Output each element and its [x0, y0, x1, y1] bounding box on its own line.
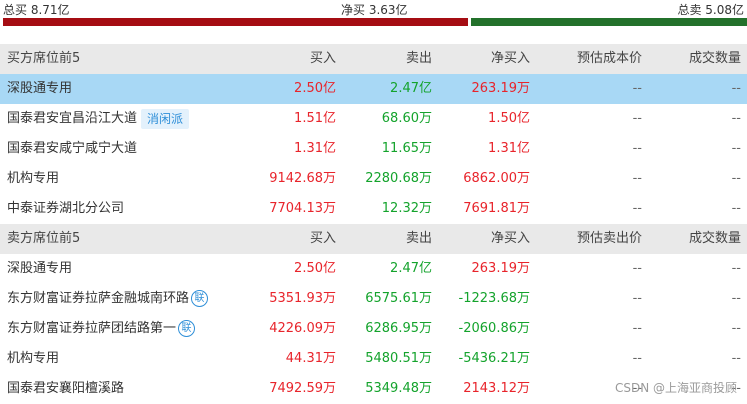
header-sell[interactable]: 卖出 — [406, 44, 432, 74]
volume: -- — [731, 111, 741, 126]
header-volume: 成交数量 — [688, 51, 741, 66]
header-sell[interactable]: 卖出 — [406, 224, 432, 254]
estimated-cost: -- — [632, 201, 642, 216]
sell-amount: 5480.51万 — [365, 351, 432, 366]
sell-amount: 2.47亿 — [390, 81, 432, 96]
buy-amount: 1.31亿 — [294, 141, 336, 156]
sell-amount: 6575.61万 — [365, 291, 432, 306]
seat-name[interactable]: 深股通专用 — [7, 254, 72, 284]
table-row[interactable]: 中泰证券湖北分公司 7704.13万 12.32万 7691.81万 -- -- — [0, 194, 747, 224]
header-buy[interactable]: 买入 — [310, 224, 336, 254]
estimated-sell-price: -- — [632, 351, 642, 366]
net-amount: -5436.21万 — [458, 351, 530, 366]
net-amount: -1223.68万 — [458, 291, 530, 306]
buy-seats-table: 买方席位前5 买入 卖出 净买入 预估成本价 成交数量 深股通专用 2.50亿 … — [0, 44, 747, 224]
estimated-sell-price: -- — [632, 261, 642, 276]
buy-amount: 2.50亿 — [294, 81, 336, 96]
estimated-cost: -- — [632, 141, 642, 156]
sell-amount: 68.60万 — [381, 111, 432, 126]
seat-name-cell: 东方财富证券拉萨金融城南环路联 — [7, 284, 209, 314]
buy-amount: 1.51亿 — [294, 111, 336, 126]
seat-name[interactable]: 国泰君安咸宁咸宁大道 — [7, 134, 137, 164]
header-estimated-sell-price: 预估卖出价 — [576, 231, 642, 246]
table-row[interactable]: 机构专用 44.31万 5480.51万 -5436.21万 -- -- — [0, 344, 747, 374]
sell-seats-table: 卖方席位前5 买入 卖出 净买入 预估卖出价 成交数量 深股通专用 2.50亿 … — [0, 224, 747, 404]
volume: -- — [731, 171, 741, 186]
seat-name[interactable]: 国泰君安宜昌沿江大道 — [7, 111, 137, 126]
buy-amount: 44.31万 — [285, 351, 336, 366]
volume: -- — [731, 351, 741, 366]
estimated-cost: -- — [632, 171, 642, 186]
total-buy-label: 总买 8.71亿 — [3, 3, 70, 17]
seat-name[interactable]: 深股通专用 — [7, 74, 72, 104]
estimated-sell-price: -- — [632, 291, 642, 306]
estimated-cost: -- — [632, 111, 642, 126]
estimated-cost: -- — [632, 81, 642, 96]
total-sell-label: 总卖 5.08亿 — [677, 3, 744, 17]
volume: -- — [731, 141, 741, 156]
table-row[interactable]: 国泰君安宜昌沿江大道 消闲派 1.51亿 68.60万 1.50亿 -- -- — [0, 104, 747, 134]
buy-amount: 7704.13万 — [269, 201, 336, 216]
net-amount: 263.19万 — [471, 261, 531, 276]
seat-name[interactable]: 机构专用 — [7, 164, 59, 194]
header-seat-name: 卖方席位前5 — [7, 231, 81, 246]
seat-name[interactable]: 机构专用 — [7, 344, 59, 374]
header-buy[interactable]: 买入 — [310, 44, 336, 74]
net-amount: 263.19万 — [471, 81, 531, 96]
table-row[interactable]: 深股通专用 2.50亿 2.47亿 263.19万 -- -- — [0, 74, 747, 104]
buy-proportion-bar — [3, 18, 468, 26]
header-net-buy[interactable]: 净买入 — [491, 44, 530, 74]
sell-amount: 6286.95万 — [365, 321, 432, 336]
seat-name-cell: 东方财富证券拉萨团结路第一联 — [7, 314, 196, 344]
net-amount: -2060.86万 — [458, 321, 530, 336]
summary-bar: 总买 8.71亿 净买 3.63亿 总卖 5.08亿 — [0, 0, 747, 30]
table-row[interactable]: 东方财富证券拉萨金融城南环路联 5351.93万 6575.61万 -1223.… — [0, 284, 747, 314]
seat-name[interactable]: 东方财富证券拉萨金融城南环路 — [7, 291, 189, 306]
sell-amount: 11.65万 — [381, 141, 432, 156]
sell-amount: 5349.48万 — [365, 381, 432, 396]
net-amount: 6862.00万 — [463, 171, 530, 186]
seat-name[interactable]: 国泰君安襄阳檀溪路 — [7, 374, 124, 404]
seat-name[interactable]: 中泰证券湖北分公司 — [7, 194, 124, 224]
sell-amount: 2.47亿 — [390, 261, 432, 276]
table-row[interactable]: 机构专用 9142.68万 2280.68万 6862.00万 -- -- — [0, 164, 747, 194]
buy-amount: 9142.68万 — [269, 171, 336, 186]
linked-seat-icon[interactable]: 联 — [191, 290, 209, 307]
sell-amount: 2280.68万 — [365, 171, 432, 186]
header-net-buy[interactable]: 净买入 — [491, 224, 530, 254]
watermark: CSDN @上海亚商投顾 — [614, 381, 737, 395]
table-header: 买方席位前5 买入 卖出 净买入 预估成本价 成交数量 — [0, 44, 747, 74]
header-estimated-cost: 预估成本价 — [576, 51, 642, 66]
seat-name-cell: 国泰君安宜昌沿江大道 消闲派 — [7, 104, 190, 134]
buy-amount: 2.50亿 — [294, 261, 336, 276]
table-row[interactable]: 国泰君安咸宁咸宁大道 1.31亿 11.65万 1.31亿 -- -- — [0, 134, 747, 164]
buy-amount: 4226.09万 — [269, 321, 336, 336]
net-amount: 1.50亿 — [488, 111, 530, 126]
sell-proportion-bar — [471, 18, 747, 26]
linked-seat-icon[interactable]: 联 — [178, 320, 196, 337]
net-amount: 7691.81万 — [463, 201, 530, 216]
volume: -- — [731, 321, 741, 336]
table-header: 卖方席位前5 买入 卖出 净买入 预估卖出价 成交数量 — [0, 224, 747, 254]
table-row[interactable]: 东方财富证券拉萨团结路第一联 4226.09万 6286.95万 -2060.8… — [0, 314, 747, 344]
estimated-sell-price: -- — [632, 321, 642, 336]
net-amount: 1.31亿 — [488, 141, 530, 156]
header-seat-name: 买方席位前5 — [7, 51, 81, 66]
volume: -- — [731, 291, 741, 306]
volume: -- — [731, 261, 741, 276]
hot-trader-tag[interactable]: 消闲派 — [141, 108, 190, 129]
buy-amount: 7492.59万 — [269, 381, 336, 396]
buy-amount: 5351.93万 — [269, 291, 336, 306]
net-buy-label: 净买 3.63亿 — [341, 3, 408, 17]
table-row[interactable]: 深股通专用 2.50亿 2.47亿 263.19万 -- -- — [0, 254, 747, 284]
net-amount: 2143.12万 — [463, 381, 530, 396]
volume: -- — [731, 201, 741, 216]
header-volume: 成交数量 — [688, 231, 741, 246]
sell-amount: 12.32万 — [381, 201, 432, 216]
volume: -- — [731, 81, 741, 96]
seat-name[interactable]: 东方财富证券拉萨团结路第一 — [7, 321, 176, 336]
